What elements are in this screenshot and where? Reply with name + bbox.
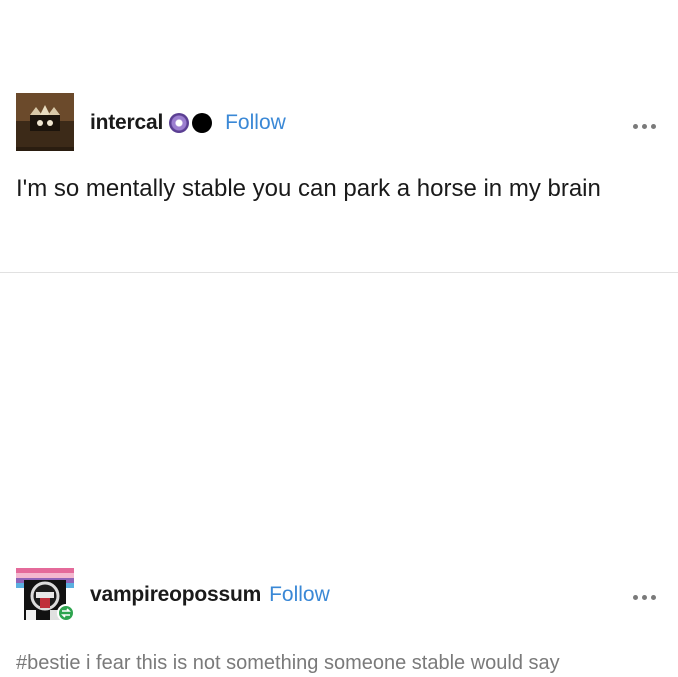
follow-button[interactable]: Follow: [269, 583, 330, 607]
follow-button[interactable]: Follow: [225, 111, 286, 135]
post-header: intercal Follow: [90, 108, 286, 138]
username[interactable]: vampireopossum: [90, 583, 261, 607]
avatar-icon: [16, 93, 74, 151]
black-circle-badge-icon: [192, 113, 213, 133]
username[interactable]: intercal: [90, 111, 163, 135]
post-tags[interactable]: #bestie i fear this is not something som…: [16, 650, 656, 677]
post-reblog: vampireopossum Follow #bestie i fear thi…: [0, 273, 678, 674]
reblog-icon: [57, 604, 74, 622]
post-original: intercal Follow I'm so mentally stable y…: [0, 0, 678, 272]
avatar-icon: [16, 564, 74, 622]
avatar-vampireopossum[interactable]: [16, 564, 74, 622]
more-options-icon[interactable]: [633, 124, 656, 129]
purple-sparkle-badge-icon: [169, 113, 190, 133]
post-header: vampireopossum Follow: [90, 580, 330, 610]
avatar-intercal[interactable]: [16, 93, 74, 151]
more-options-icon[interactable]: [633, 595, 656, 600]
post-text: I'm so mentally stable you can park a ho…: [16, 175, 601, 202]
user-badges: [169, 113, 215, 133]
